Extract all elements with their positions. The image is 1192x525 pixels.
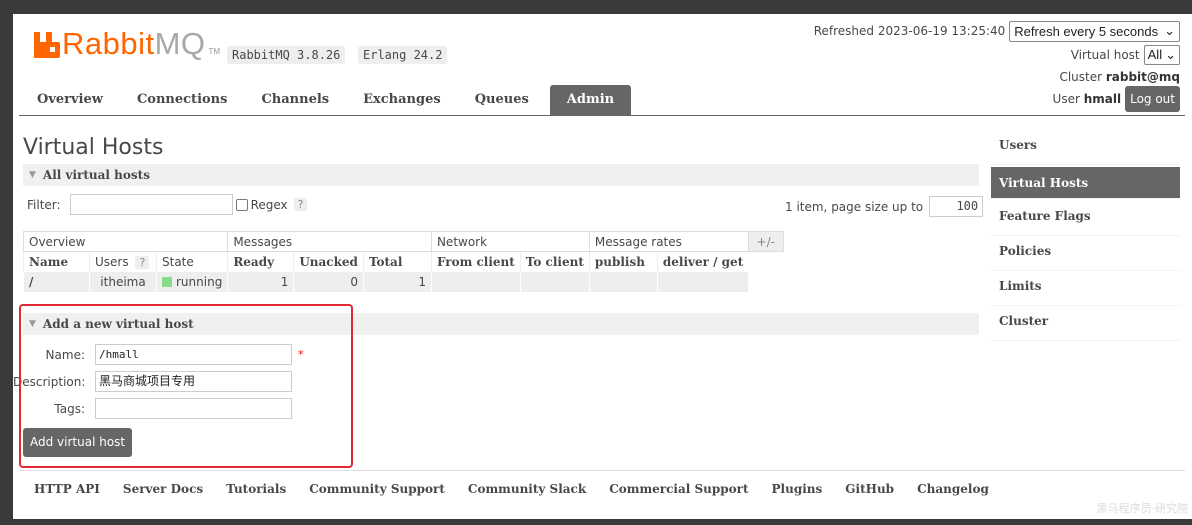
vhost-publish <box>588 271 658 292</box>
vhost-users: itheima <box>89 271 157 292</box>
highlight-box <box>19 304 353 468</box>
paging-text: 1 item, page size up to <box>785 199 924 214</box>
vhost-ready: 1 <box>227 271 294 292</box>
user-name: hmall <box>1083 92 1122 106</box>
page-title: Virtual Hosts <box>23 135 164 160</box>
chevron-down-icon: ⌄ <box>1164 23 1175 38</box>
page-size-input[interactable]: 100 <box>929 196 984 217</box>
columns-toggle-button[interactable]: +/- <box>747 231 784 252</box>
logout-button[interactable]: Log out <box>1125 86 1180 112</box>
virtual-host-select[interactable]: All ⌄ <box>1143 45 1180 65</box>
col-name[interactable]: Name <box>23 251 90 272</box>
tab-queues[interactable]: Queues <box>458 85 546 115</box>
sidebar-item-users[interactable]: Users <box>991 130 1180 165</box>
tab-connections[interactable]: Connections <box>120 85 245 115</box>
footer-link-github[interactable]: GitHub <box>845 482 894 496</box>
admin-sidebar: Users Virtual Hosts Feature Flags Polici… <box>991 130 1180 341</box>
filter-label: Filter: <box>27 197 61 212</box>
group-overview: Overview <box>22 231 228 252</box>
col-state[interactable]: State <box>155 251 228 272</box>
refreshed-timestamp: Refreshed 2023-06-19 13:25:40 <box>813 24 1006 38</box>
chevron-down-icon: ⌄ <box>1165 47 1176 62</box>
regex-label: Regex <box>250 197 288 212</box>
vhost-unacked: 0 <box>293 271 364 292</box>
logo-text: RabbitMQ <box>62 26 206 61</box>
vhost-state: running <box>155 271 228 292</box>
filter-input[interactable] <box>69 194 233 215</box>
footer-link-server-docs[interactable]: Server Docs <box>123 482 203 496</box>
sidebar-item-virtual-hosts[interactable]: Virtual Hosts <box>991 167 1180 199</box>
sidebar-item-feature-flags[interactable]: Feature Flags <box>991 201 1180 236</box>
footer-divider <box>19 470 1185 471</box>
triangle-down-icon: ▼ <box>29 170 36 180</box>
tab-channels[interactable]: Channels <box>244 85 346 115</box>
running-status-icon <box>162 276 172 287</box>
col-publish[interactable]: publish <box>588 251 658 272</box>
rabbitmq-logo[interactable]: RabbitMQ TM <box>34 26 221 61</box>
virtual-hosts-table: Overview Messages Network Message rates … <box>22 231 784 292</box>
col-unacked[interactable]: Unacked <box>293 251 364 272</box>
footer-link-commercial-support[interactable]: Commercial Support <box>609 482 748 496</box>
vhost-from-client <box>430 271 521 292</box>
col-users: Users ? <box>89 251 157 272</box>
vhost-name-link[interactable]: / <box>23 271 90 292</box>
group-network: Network <box>430 231 590 252</box>
nav-divider <box>19 115 1185 116</box>
filter-row: Filter: Regex ? <box>27 194 308 215</box>
sidebar-item-cluster[interactable]: Cluster <box>991 306 1180 341</box>
col-ready[interactable]: Ready <box>227 251 294 272</box>
col-from-client[interactable]: From client <box>430 251 521 272</box>
tab-admin[interactable]: Admin <box>549 85 632 115</box>
vhost-deliver-get <box>656 271 749 292</box>
virtual-host-label: Virtual host <box>1070 48 1140 62</box>
user-label: User <box>1052 92 1080 106</box>
users-help-icon[interactable]: ? <box>135 255 150 269</box>
col-total[interactable]: Total <box>362 251 432 272</box>
table-row[interactable]: / itheima running 1 0 1 <box>23 271 784 292</box>
sidebar-item-limits[interactable]: Limits <box>991 271 1180 306</box>
refresh-interval-select[interactable]: Refresh every 5 seconds ⌄ <box>1009 20 1180 42</box>
regex-checkbox[interactable] <box>235 198 248 211</box>
footer-links: HTTP API Server Docs Tutorials Community… <box>34 482 989 496</box>
cluster-label: Cluster <box>1059 70 1103 84</box>
sidebar-item-policies[interactable]: Policies <box>991 236 1180 271</box>
main-nav: Overview Connections Channels Exchanges … <box>20 85 632 115</box>
rabbitmq-version-badge: RabbitMQ 3.8.26 <box>227 46 346 64</box>
regex-help-icon[interactable]: ? <box>293 198 308 211</box>
col-to-client[interactable]: To client <box>519 251 590 272</box>
footer-link-http-api[interactable]: HTTP API <box>34 482 100 496</box>
tab-overview[interactable]: Overview <box>20 85 120 115</box>
watermark: 黑马程序员·研究院 <box>1096 502 1189 515</box>
group-messages: Messages <box>227 231 432 252</box>
col-deliver-get[interactable]: deliver / get <box>656 251 749 272</box>
logo-trademark: TM <box>208 47 221 56</box>
footer-link-community-slack[interactable]: Community Slack <box>468 482 586 496</box>
all-virtual-hosts-header[interactable]: ▼ All virtual hosts <box>23 164 979 186</box>
footer-link-changelog[interactable]: Changelog <box>917 482 989 496</box>
footer-link-plugins[interactable]: Plugins <box>772 482 823 496</box>
group-message-rates: Message rates <box>588 231 749 252</box>
header-status: Refreshed 2023-06-19 13:25:40 Refresh ev… <box>813 20 1180 112</box>
rabbitmq-logo-icon <box>34 32 60 58</box>
vhost-total: 1 <box>362 271 432 292</box>
paging-info: 1 item, page size up to 100 <box>785 196 984 217</box>
cluster-name: rabbit@mq <box>1105 70 1180 84</box>
footer-link-tutorials[interactable]: Tutorials <box>226 482 286 496</box>
erlang-version-badge: Erlang 24.2 <box>358 46 448 64</box>
footer-link-community-support[interactable]: Community Support <box>309 482 445 496</box>
vhost-to-client <box>519 271 590 292</box>
tab-exchanges[interactable]: Exchanges <box>346 85 458 115</box>
management-page: RabbitMQ TM RabbitMQ 3.8.26 Erlang 24.2 … <box>13 14 1192 519</box>
